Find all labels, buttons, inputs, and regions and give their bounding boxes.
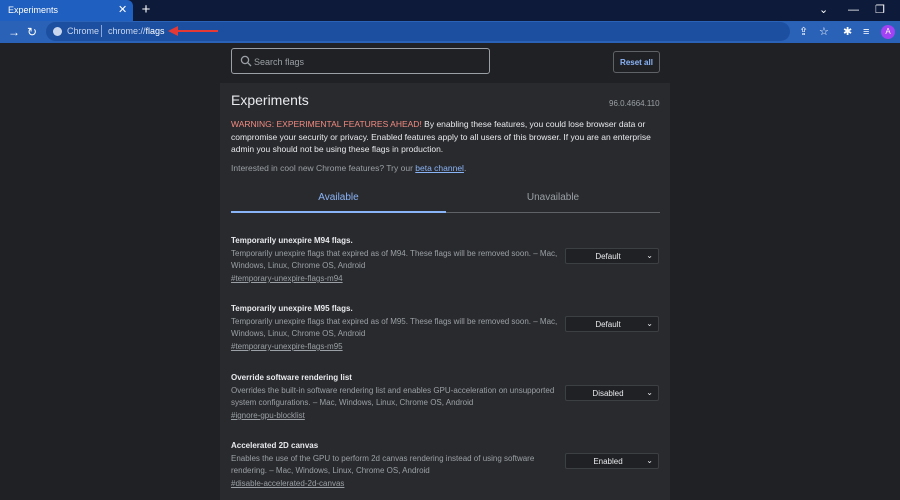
share-icon[interactable]: ⇪: [799, 25, 808, 39]
experiment-title: Accelerated 2D canvas: [231, 441, 319, 450]
address-bar[interactable]: Chrome chrome://flags: [46, 22, 790, 41]
search-box[interactable]: [231, 48, 490, 74]
reset-all-button[interactable]: Reset all: [613, 51, 660, 73]
url-divider: [101, 25, 102, 37]
experiment-item: Temporarily unexpire M95 flags. Temporar…: [231, 304, 661, 364]
experiment-item: Override software rendering list Overrid…: [231, 373, 661, 433]
reload-icon[interactable]: ↻: [27, 24, 37, 40]
chevron-down-icon: ⌄: [646, 319, 653, 328]
tab-strip: Experiments ✕ + ⌄ — ❐: [0, 0, 900, 21]
experiment-description: Enables the use of the GPU to perform 2d…: [231, 454, 535, 475]
url-host: chrome://: [108, 26, 146, 36]
site-chip: Chrome: [67, 26, 100, 36]
version-label: 96.0.4664.110: [609, 99, 660, 108]
media-control-icon[interactable]: ≡: [863, 25, 869, 39]
experiment-permalink[interactable]: #temporary-unexpire-flags-m95: [231, 342, 343, 351]
experiment-permalink[interactable]: #temporary-unexpire-flags-m94: [231, 274, 343, 283]
experiment-title: Override software rendering list: [231, 373, 352, 382]
bookmark-star-icon[interactable]: ☆: [819, 25, 829, 39]
beta-channel-prompt: Interested in cool new Chrome features? …: [231, 163, 416, 173]
page-title: Experiments: [231, 92, 309, 108]
experiment-state-value: Enabled: [593, 457, 623, 466]
chevron-down-icon: ⌄: [646, 456, 653, 465]
beta-channel-link[interactable]: beta channel: [415, 163, 464, 173]
restore-icon[interactable]: ❐: [875, 3, 885, 17]
extensions-icon[interactable]: ✱: [843, 25, 852, 39]
experiment-state-value: Default: [595, 252, 621, 261]
tab-available[interactable]: Available: [231, 183, 446, 213]
experiment-description: Temporarily unexpire flags that expired …: [231, 249, 558, 270]
tab-experiments[interactable]: Experiments ✕: [0, 0, 133, 21]
experiment-state-select[interactable]: Default ⌄: [565, 248, 659, 264]
chevron-down-icon: ⌄: [646, 388, 653, 397]
site-info-icon[interactable]: [53, 27, 62, 36]
browser-toolbar: → ↻ Chrome chrome://flags ⇪ ☆ ✱ ≡: [0, 21, 900, 43]
search-input[interactable]: [254, 53, 484, 70]
warning-heading: WARNING: EXPERIMENTAL FEATURES AHEAD!: [231, 119, 422, 129]
url-path: flags: [145, 26, 165, 36]
avatar[interactable]: A: [881, 25, 895, 39]
experiment-title: Temporarily unexpire M95 flags.: [231, 304, 353, 313]
experiment-state-select[interactable]: Enabled ⌄: [565, 453, 659, 469]
experiment-description: Overrides the built-in software renderin…: [231, 386, 555, 407]
search-icon: [240, 55, 252, 67]
url-text[interactable]: chrome://flags: [108, 26, 165, 36]
experiment-permalink[interactable]: #ignore-gpu-blocklist: [231, 411, 305, 420]
tab-search-chevron-icon[interactable]: ⌄: [819, 3, 828, 17]
tab-title: Experiments: [8, 5, 59, 15]
experiment-state-value: Default: [595, 320, 621, 329]
experiment-description: Temporarily unexpire flags that expired …: [231, 317, 558, 338]
close-icon[interactable]: ✕: [118, 3, 127, 17]
experiment-permalink[interactable]: #disable-accelerated-2d-canvas: [231, 479, 344, 488]
red-arrow-annotation-icon: [168, 26, 218, 36]
flags-search-header: Reset all: [0, 43, 900, 83]
forward-icon[interactable]: →: [8, 24, 20, 40]
minimize-icon[interactable]: —: [848, 3, 859, 17]
beta-channel-period: .: [463, 163, 467, 173]
experiments-panel: Experiments 96.0.4664.110 WARNING: EXPER…: [220, 83, 670, 500]
new-tab-button[interactable]: +: [139, 1, 153, 19]
experiment-state-select[interactable]: Default ⌄: [565, 316, 659, 332]
experiment-state-value: Disabled: [592, 389, 624, 398]
experiment-state-select[interactable]: Disabled ⌄: [565, 385, 659, 401]
chevron-down-icon: ⌄: [646, 251, 653, 260]
warning-text: WARNING: EXPERIMENTAL FEATURES AHEAD! By…: [231, 118, 661, 156]
experiment-title: Temporarily unexpire M94 flags.: [231, 236, 353, 245]
experiment-item: Temporarily unexpire M94 flags. Temporar…: [231, 236, 661, 296]
tab-unavailable[interactable]: Unavailable: [446, 183, 660, 213]
experiment-item: Accelerated 2D canvas Enables the use of…: [231, 441, 661, 500]
beta-channel-text: Interested in cool new Chrome features? …: [231, 163, 466, 173]
